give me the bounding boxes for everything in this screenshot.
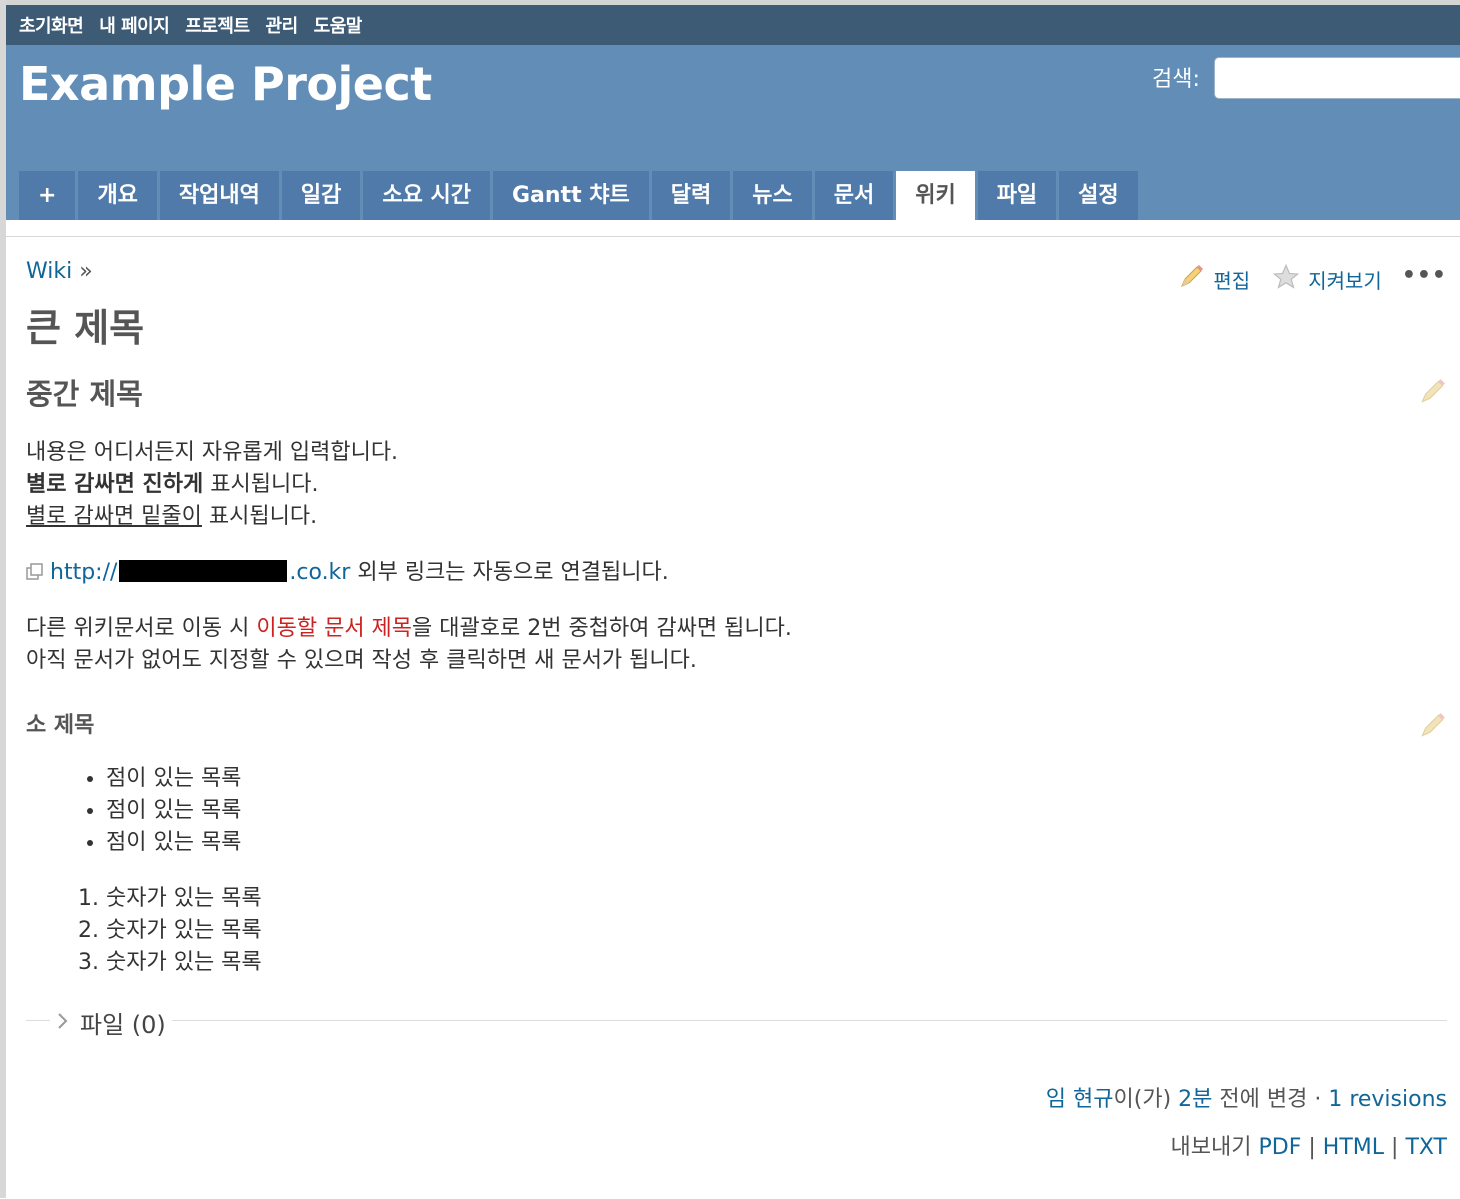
time-link[interactable]: 2분 (1178, 1087, 1212, 1112)
tab-documents[interactable]: 문서 (814, 171, 894, 220)
intro-line: 내용은 어디서든지 자유롭게 입력합니다. (26, 440, 399, 465)
author-link[interactable]: 임 현규 (1046, 1087, 1114, 1112)
revisions-link[interactable]: 1 revisions (1328, 1087, 1447, 1112)
external-link-text: 외부 링크는 자동으로 연결됩니다. (350, 560, 669, 585)
project-title[interactable]: Example Project (19, 57, 432, 111)
export-separator: | (1391, 1135, 1399, 1160)
section-edit-pencil-icon[interactable] (1417, 377, 1447, 411)
top-menu-admin[interactable]: 관리 (266, 12, 299, 38)
tab-time-entries[interactable]: 소요 시간 (363, 171, 490, 220)
bold-text: 별로 감싸면 진하게 (26, 472, 204, 497)
watch-link[interactable]: 지켜보기 (1272, 263, 1382, 296)
list-item: 점이 있는 목록 (106, 795, 241, 827)
top-menu-help[interactable]: 도움말 (314, 12, 363, 38)
top-menu: 초기화면 내 페이지 프로젝트 관리 도움말 (6, 5, 1460, 45)
tab-new[interactable]: + (19, 171, 76, 220)
list-item: 숫자가 있는 목록 (106, 883, 262, 915)
section-heading-h2: 중간 제목 (26, 377, 143, 411)
search-input[interactable] (1214, 57, 1460, 99)
more-actions-icon[interactable]: ••• (1402, 263, 1447, 288)
bullet-list: 점이 있는 목록 점이 있는 목록 점이 있는 목록 (26, 763, 241, 859)
external-link[interactable]: http:// .co.kr (50, 560, 350, 585)
underline-suffix: 표시됩니다. (201, 504, 318, 529)
tab-gantt[interactable]: Gantt 챠트 (493, 171, 649, 220)
export-links: 내보내기 PDF | HTML | TXT (1171, 1129, 1447, 1161)
watch-label: 지켜보기 (1308, 269, 1382, 293)
tab-wiki[interactable]: 위키 (896, 171, 975, 220)
star-icon (1272, 263, 1300, 296)
list-item: 숫자가 있는 목록 (106, 947, 262, 979)
attachments-toggle[interactable]: 파일 (0) (50, 1005, 172, 1040)
list-item: 점이 있는 목록 (106, 763, 241, 795)
paragraph-external-link: http:// .co.kr 외부 링크는 자동으로 연결됩니다. (26, 557, 669, 591)
wiki-link-suffix: 을 대괄호로 2번 중첩하여 감싸면 됩니다. (412, 616, 792, 641)
edit-link[interactable]: 편집 (1177, 263, 1250, 296)
wiki-page-link[interactable]: 이동할 문서 제목 (256, 616, 412, 641)
export-label: 내보내기 (1170, 1135, 1252, 1160)
tab-activity[interactable]: 작업내역 (159, 171, 279, 220)
wiki-link-prefix: 다른 위키문서로 이동 시 (26, 616, 257, 641)
chevron-right-icon (56, 1011, 68, 1035)
external-link-suffix: .co.kr (289, 560, 351, 585)
underline-text: 별로 감싸면 밑줄이 (26, 504, 202, 529)
tab-news[interactable]: 뉴스 (733, 171, 812, 220)
breadcrumb: Wiki » (26, 259, 93, 284)
tab-overview[interactable]: 개요 (78, 171, 157, 220)
page-title-h1: 큰 제목 (26, 306, 145, 350)
export-html-link[interactable]: HTML (1323, 1135, 1384, 1160)
paragraph-wiki-link: 다른 위키문서로 이동 시 이동할 문서 제목을 대괄호로 2번 중첩하여 감싸… (26, 613, 792, 677)
wiki-content: Wiki » 편집 지켜보기 ••• 큰 제목 중간 제목 내용은 어디서든지 … (6, 236, 1460, 1199)
top-menu-projects[interactable]: 프로젝트 (185, 12, 250, 38)
numbered-list: 숫자가 있는 목록 숫자가 있는 목록 숫자가 있는 목록 (26, 883, 262, 979)
export-pdf-link[interactable]: PDF (1258, 1135, 1301, 1160)
search-label: 검색: (1152, 67, 1200, 92)
attachments-divider (26, 1020, 1447, 1021)
tab-calendar[interactable]: 달력 (651, 171, 731, 220)
breadcrumb-wiki-link[interactable]: Wiki (26, 259, 72, 284)
bold-suffix: 표시됩니다. (203, 472, 319, 497)
tab-files[interactable]: 파일 (977, 171, 1057, 220)
attachments-section[interactable]: 파일 (0) (26, 1005, 1447, 1040)
section-edit-pencil-icon[interactable] (1417, 711, 1447, 745)
external-link-icon (26, 559, 44, 591)
header: Example Project 검색: + 개요 작업내역 일감 소요 시간 G… (6, 45, 1460, 220)
time-suffix: 전에 변경 · (1212, 1087, 1329, 1112)
top-menu-home[interactable]: 초기화면 (19, 12, 84, 38)
edit-label: 편집 (1213, 269, 1251, 293)
top-menu-my-page[interactable]: 내 페이지 (99, 12, 170, 38)
author-suffix: 이(가) (1113, 1087, 1179, 1112)
tab-issues[interactable]: 일감 (281, 171, 361, 220)
redacted-block (119, 560, 288, 582)
pencil-icon (1177, 263, 1205, 296)
wiki-link-line2: 아직 문서가 없어도 지정할 수 있으며 작성 후 클릭하면 새 문서가 됩니다… (26, 648, 697, 673)
export-txt-link[interactable]: TXT (1405, 1135, 1447, 1160)
export-separator: | (1308, 1135, 1316, 1160)
attachments-label: 파일 (0) (80, 1011, 166, 1039)
tab-settings[interactable]: 설정 (1059, 171, 1138, 220)
section-heading-h3: 소 제목 (26, 713, 95, 738)
paragraph-intro: 내용은 어디서든지 자유롭게 입력합니다. 별로 감싸면 진하게 표시됩니다. … (26, 437, 398, 533)
updated-info: 임 현규이(가) 2분 전에 변경 · 1 revisions (1046, 1081, 1447, 1113)
breadcrumb-separator: » (79, 259, 93, 284)
external-link-prefix: http:// (50, 560, 118, 585)
list-item: 숫자가 있는 목록 (106, 915, 262, 947)
contextual-actions: 편집 지켜보기 ••• (1177, 263, 1447, 296)
list-item: 점이 있는 목록 (106, 827, 241, 859)
main-menu: + 개요 작업내역 일감 소요 시간 Gantt 챠트 달력 뉴스 문서 위키 … (19, 171, 1138, 220)
